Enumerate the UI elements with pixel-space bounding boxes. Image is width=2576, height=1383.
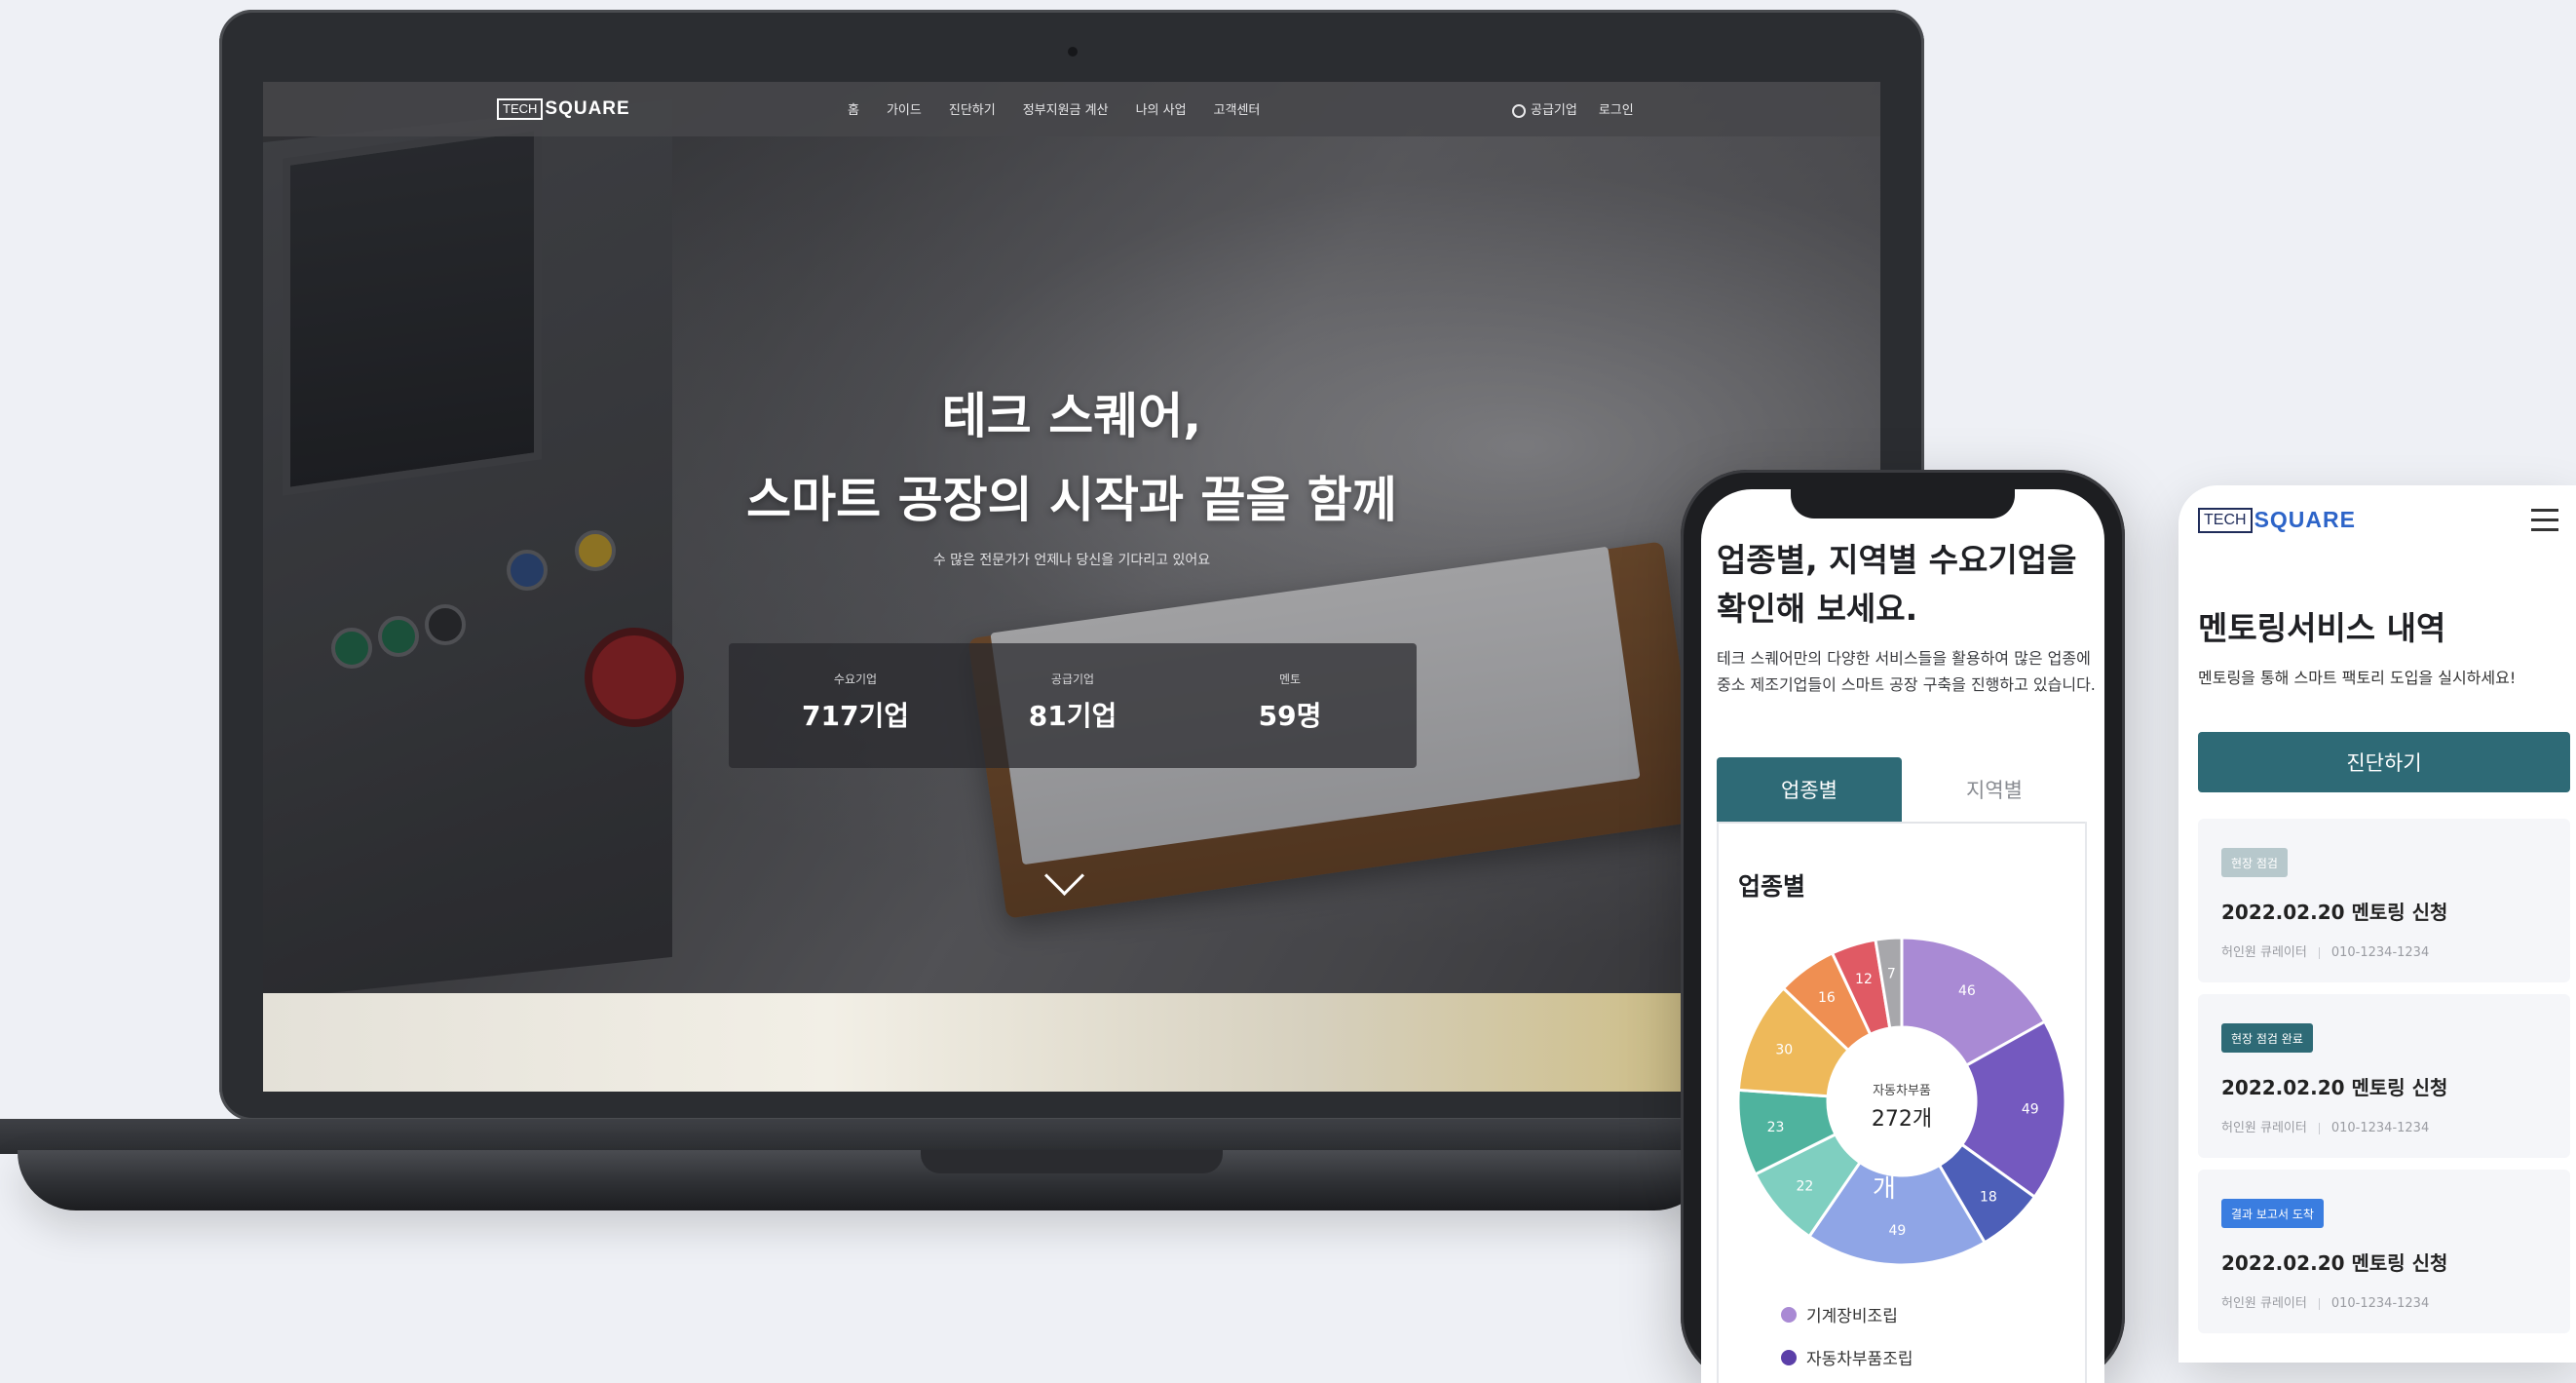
nav-login-link[interactable]: 로그인: [1599, 99, 1634, 118]
curator-name: 허인원 큐레이터: [2221, 1121, 2307, 1135]
status-badge: 결과 보고서 도착: [2221, 1199, 2324, 1228]
donut-slice-label: 23: [1767, 1120, 1785, 1135]
nav-item-support[interactable]: 고객센터: [1214, 99, 1261, 118]
curator-name: 허인원 큐레이터: [2221, 1296, 2307, 1311]
phone1-tabs: 업종별 지역별: [1717, 757, 2087, 824]
legend-dot-icon: [1781, 1306, 1797, 1323]
donut-slice-label: 7: [1887, 966, 1896, 981]
logo-square-text: SQUARE: [545, 98, 630, 119]
phone-notch: [1791, 483, 2015, 519]
phone2-description: 멘토링을 통해 스마트 팩토리 도입을 실시하세요!: [2198, 669, 2517, 687]
mentoring-item[interactable]: 현장 점검 완료 2022.02.20 멘토링 신청 허인원 큐레이터 010-1…: [2198, 994, 2570, 1158]
nav-right: 공급기업 로그인: [1512, 99, 1634, 118]
donut-slice-label: 49: [1889, 1223, 1907, 1239]
legend-label: 기계장비조립: [1806, 1307, 1898, 1326]
mentoring-item[interactable]: 현장 점검 2022.02.20 멘토링 신청 허인원 큐레이터 010-1234…: [2198, 819, 2570, 982]
mentoring-item-meta: 허인원 큐레이터 010-1234-1234: [2221, 941, 2429, 960]
donut-slice-label: 12: [1855, 972, 1873, 987]
curator-phone: 010-1234-1234: [2330, 1121, 2430, 1135]
donut-slice-label: 18: [1980, 1190, 1997, 1206]
nav-supplier-label: 공급기업: [1531, 103, 1577, 118]
donut-slice-label: 46: [1958, 983, 1976, 999]
nav-menu: 홈 가이드 진단하기 정부지원금 계산 나의 사업 고객센터: [848, 99, 1260, 118]
site-logo[interactable]: TECH SQUARE: [497, 98, 630, 120]
laptop-camera: [1068, 47, 1078, 57]
nav-item-subsidy-calc[interactable]: 정부지원금 계산: [1023, 99, 1109, 118]
stat-value: 59명: [1258, 700, 1322, 732]
legend-item: 자동차부품조립: [1781, 1345, 1913, 1369]
phone1-description: 테크 스퀘어만의 다양한 서비스들을 활용하여 많은 업종에 중소 제조기업들이…: [1717, 649, 2096, 694]
curator-phone: 010-1234-1234: [2330, 945, 2430, 960]
stat-demand: 수요기업 717기업: [748, 671, 963, 734]
nav-item-guide[interactable]: 가이드: [887, 99, 922, 118]
donut-overlay-text: 개: [1873, 1174, 1896, 1204]
laptop-hinge: [0, 1119, 1715, 1154]
hero-subtitle: 수 많은 전문가가 언제나 당신을 기다리고 있어요: [932, 553, 1211, 568]
donut-slice-label: 16: [1818, 990, 1836, 1006]
donut-slice-label: 49: [2022, 1102, 2039, 1118]
mentoring-item-meta: 허인원 큐레이터 010-1234-1234: [2221, 1292, 2429, 1311]
legend-item: 기계장비조립: [1781, 1302, 1898, 1326]
logo-tech-text: TECH: [2198, 507, 2253, 533]
laptop-base: [18, 1150, 1713, 1210]
hero-title-line2: 스마트 공장의 시작과 끝을 함께: [746, 472, 1397, 528]
nav-supplier-link[interactable]: 공급기업: [1512, 99, 1577, 118]
logo-square-text: SQUARE: [2254, 507, 2356, 532]
hero-title-line1: 테크 스퀘어,: [941, 388, 1202, 444]
stat-supply: 공급기업 81기업: [966, 671, 1180, 734]
nav-item-diagnosis[interactable]: 진단하기: [949, 99, 996, 118]
legend-dot-icon: [1781, 1349, 1797, 1365]
menu-icon[interactable]: [2531, 509, 2558, 532]
nav-item-my-business[interactable]: 나의 사업: [1136, 99, 1187, 118]
donut-slice-label: 22: [1797, 1179, 1814, 1195]
status-badge: 현장 점검 완료: [2221, 1023, 2313, 1053]
stat-mentor: 멘토 59명: [1183, 671, 1397, 734]
mentoring-item-title: 2022.02.20 멘토링 신청: [2221, 1251, 2448, 1275]
phone1-title: 업종별, 지역별 수요기업을 확인해 보세요.: [1717, 541, 2077, 628]
donut-center-value: 272개: [1871, 1107, 1933, 1132]
mentoring-item-title: 2022.02.20 멘토링 신청: [2221, 901, 2448, 924]
phone1-chart-title: 업종별: [1738, 872, 1806, 901]
phone2-logo[interactable]: TECH SQUARE: [2198, 507, 2356, 533]
tab-by-industry[interactable]: 업종별: [1717, 757, 1902, 822]
stat-value: 717기업: [802, 700, 909, 732]
donut-slice-label: 30: [1775, 1043, 1793, 1058]
laptop-screen: TECH SQUARE 홈 가이드 진단하기 정부지원금 계산 나의 사업 고객…: [263, 82, 1880, 1092]
nav-item-home[interactable]: 홈: [848, 99, 859, 118]
legend-label: 자동차부품조립: [1806, 1350, 1913, 1369]
hero-title: 테크 스퀘어, 스마트 공장의 시작과 끝을 함께: [585, 374, 1559, 542]
stat-label: 멘토: [1278, 672, 1302, 686]
curator-phone: 010-1234-1234: [2330, 1296, 2430, 1311]
mentoring-item[interactable]: 결과 보고서 도착 2022.02.20 멘토링 신청 허인원 큐레이터 010-…: [2198, 1170, 2570, 1333]
logo-tech-text: TECH: [497, 98, 544, 120]
mentoring-item-meta: 허인원 큐레이터 010-1234-1234: [2221, 1117, 2429, 1135]
mentoring-item-title: 2022.02.20 멘토링 신청: [2221, 1076, 2448, 1099]
stat-value: 81기업: [1028, 700, 1118, 732]
tab-by-region[interactable]: 지역별: [1902, 757, 2087, 822]
status-badge: 현장 점검: [2221, 848, 2288, 877]
top-nav: TECH SQUARE 홈 가이드 진단하기 정부지원금 계산 나의 사업 고객…: [263, 82, 1880, 136]
stat-label: 수요기업: [833, 672, 878, 686]
next-section-preview: [263, 993, 1880, 1092]
gear-icon: [1512, 103, 1526, 118]
stats-panel: 수요기업 717기업 공급기업 81기업 멘토 59명: [729, 643, 1417, 768]
diagnose-button[interactable]: 진단하기: [2198, 732, 2570, 792]
donut-center-label: 자동차부품: [1873, 1084, 1931, 1098]
phone2-title: 멘토링서비스 내역: [2198, 609, 2446, 647]
curator-name: 허인원 큐레이터: [2221, 945, 2307, 960]
laptop-trackpad-notch: [921, 1150, 1223, 1173]
stat-label: 공급기업: [1050, 672, 1095, 686]
